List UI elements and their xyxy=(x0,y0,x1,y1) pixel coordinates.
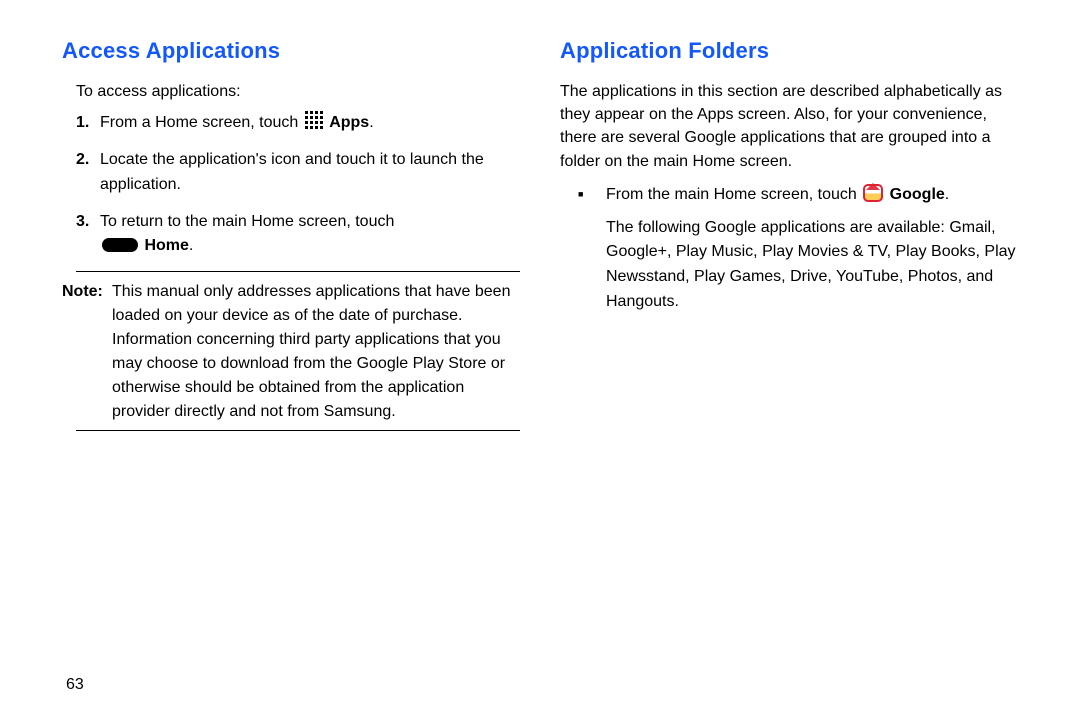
bullet-text-c: . xyxy=(945,186,949,203)
heading-application-folders: Application Folders xyxy=(560,38,1018,64)
bullet-marker: ■ xyxy=(578,183,606,315)
step-3-home-label: Home xyxy=(144,237,188,254)
step-3-text-a: To return to the main Home screen, touch xyxy=(100,213,394,230)
numbered-steps: 1. From a Home screen, touch Apps. 2. Lo… xyxy=(76,111,520,259)
step-number: 2. xyxy=(76,148,100,198)
bullet-text-a: From the main Home screen, touch xyxy=(606,186,861,203)
page-number: 63 xyxy=(66,676,84,694)
step-1-text-a: From a Home screen, touch xyxy=(100,114,303,131)
step-1-text-c: . xyxy=(369,114,373,131)
note-label: Note: xyxy=(62,280,112,424)
step-3-text-c: . xyxy=(189,237,193,254)
step-number: 1. xyxy=(76,111,100,136)
step-3: 3. To return to the main Home screen, to… xyxy=(76,210,520,260)
apps-grid-icon xyxy=(305,111,323,129)
note-separator-top xyxy=(76,271,520,272)
note-block: Note: This manual only addresses applica… xyxy=(62,280,520,424)
step-2: 2. Locate the application's icon and tou… xyxy=(76,148,520,198)
heading-access-applications: Access Applications xyxy=(62,38,520,64)
google-apps-list: The following Google applications are av… xyxy=(606,216,1018,315)
step-1-apps-label: Apps xyxy=(329,114,369,131)
note-body: This manual only addresses applications … xyxy=(112,280,520,424)
step-body: Locate the application's icon and touch … xyxy=(100,148,520,198)
manual-page: Access Applications To access applicatio… xyxy=(0,0,1080,720)
intro-text: To access applications: xyxy=(76,80,520,103)
google-folder-icon xyxy=(863,184,883,202)
folders-intro: The applications in this section are des… xyxy=(560,80,1018,173)
step-number: 3. xyxy=(76,210,100,260)
step-1: 1. From a Home screen, touch Apps. xyxy=(76,111,520,136)
bullet-body: From the main Home screen, touch Google.… xyxy=(606,183,1018,315)
bullet-google-label: Google xyxy=(890,186,945,203)
step-body: To return to the main Home screen, touch… xyxy=(100,210,520,260)
note-separator-bottom xyxy=(76,430,520,431)
bullet-google-folder: ■ From the main Home screen, touch Googl… xyxy=(578,183,1018,315)
right-column: Application Folders The applications in … xyxy=(540,38,1044,720)
home-button-icon xyxy=(102,238,138,252)
left-column: Access Applications To access applicatio… xyxy=(36,38,540,720)
step-body: From a Home screen, touch Apps. xyxy=(100,111,520,136)
